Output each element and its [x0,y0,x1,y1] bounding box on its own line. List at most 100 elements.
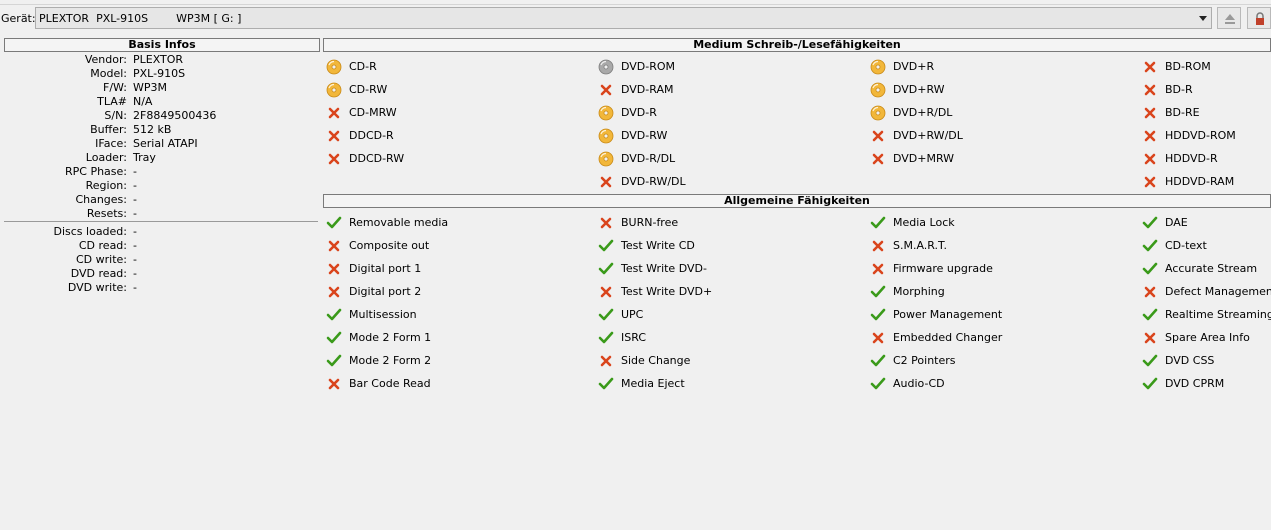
device-select-value: PLEXTOR PXL-910S WP3M [ G: ] [39,12,242,25]
capability-label: DVD-RAM [621,83,674,96]
capability-label: HDDVD-ROM [1165,129,1236,142]
info-key: Changes: [75,193,127,206]
capability-label: CD-RW [349,83,388,96]
info-row: Changes: - [0,193,320,207]
check-icon [326,308,342,321]
lock-icon [1256,12,1264,25]
eject-button[interactable] [1217,7,1241,29]
cross-icon [328,130,340,142]
capability-label: DVD+R/DL [893,106,953,119]
info-value: - [133,281,137,294]
check-icon [598,262,614,275]
lock-button[interactable] [1247,7,1271,29]
info-row: Model: PXL-910S [0,67,320,81]
disc-icon [326,59,342,75]
capability-label: Accurate Stream [1165,262,1258,275]
info-row: RPC Phase: - [0,165,320,179]
info-row: Buffer: 512 kB [0,123,320,137]
capability-label: Morphing [893,285,945,298]
basis-info-list: Vendor: PLEXTOR Model: PXL-910S F/W: WP3M TLA#… [0,53,320,221]
check-icon [598,239,614,252]
info-row: TLA# N/A [0,95,320,109]
capability-label: DVD-R/DL [621,152,676,165]
info-key: Vendor: [84,53,127,66]
capability-label: BURN-free [621,216,679,229]
capability-label: Side Change [621,354,691,367]
info-key: Resets: [86,207,127,220]
device-select[interactable]: PLEXTOR PXL-910S WP3M [ G: ] [35,7,1212,29]
capability-label: Embedded Changer [893,331,1003,344]
info-value: - [133,225,137,238]
info-row: DVD read: - [0,267,320,281]
check-icon [598,331,614,344]
capability-label: DVD CPRM [1165,377,1225,390]
capability-label: Media Lock [893,216,955,229]
info-value: Serial ATAPI [133,137,198,150]
cross-icon [872,130,884,142]
check-icon [1142,239,1158,252]
cross-icon [328,286,340,298]
capability-label: Test Write CD [621,239,695,252]
cross-icon [1144,61,1156,73]
capability-label: BD-RE [1165,106,1200,119]
cross-icon [328,153,340,165]
capability-label: CD-text [1165,239,1207,252]
cross-icon [600,355,612,367]
disc-icon [598,105,614,121]
capability-label: HDDVD-R [1165,152,1218,165]
cross-icon [872,240,884,252]
info-value: 512 kB [133,123,172,136]
check-icon [870,354,886,367]
capability-label: DVD-R [621,106,657,119]
check-icon [1142,377,1158,390]
capability-label: Composite out [349,239,430,252]
cross-icon [872,153,884,165]
info-value: N/A [133,95,153,108]
capability-label: C2 Pointers [893,354,956,367]
info-row: F/W: WP3M [0,81,320,95]
capability-label: DDCD-R [349,129,394,142]
info-key: Model: [90,67,127,80]
top-separator [0,0,1271,5]
info-row: Discs loaded: - [0,225,320,239]
media-capabilities-header: Medium Schreib-/Lesefähigkeiten [323,38,1271,52]
info-row: Vendor: PLEXTOR [0,53,320,67]
eject-icon [1225,14,1235,24]
info-value: - [133,179,137,192]
info-key: S/N: [104,109,127,122]
capability-label: Power Management [893,308,1003,321]
capability-label: DVD+RW/DL [893,129,963,142]
capability-label: Multisession [349,308,417,321]
cross-icon [600,286,612,298]
info-row: DVD write: - [0,281,320,295]
capability-label: BD-ROM [1165,60,1211,73]
cross-icon [1144,130,1156,142]
capability-label: CD-MRW [349,106,397,119]
info-key: Loader: [85,151,127,164]
check-icon [870,285,886,298]
check-icon [1142,354,1158,367]
chevron-down-icon[interactable] [1199,16,1207,21]
info-key: DVD write: [67,281,127,294]
capability-label: Test Write DVD+ [621,285,713,298]
cross-icon [1144,84,1156,96]
info-row: CD write: - [0,253,320,267]
info-value: Tray [133,151,156,164]
info-row: Loader: Tray [0,151,320,165]
capability-label: Removable media [349,216,449,229]
capability-label: CD-R [349,60,377,73]
info-key: DVD read: [70,267,127,280]
capability-label: Digital port 1 [349,262,422,275]
cross-icon [872,332,884,344]
check-icon [870,308,886,321]
general-capabilities-grid: Removable media Composite out Digital port… [324,214,1271,399]
cross-icon [328,107,340,119]
capability-label: Digital port 2 [349,285,422,298]
info-value: PLEXTOR [133,53,184,66]
check-icon [1142,308,1158,321]
capability-label: UPC [621,308,644,321]
info-key: TLA# [97,95,127,108]
cross-icon [600,217,612,229]
disc-icon [598,151,614,167]
capability-label: DVD CSS [1165,354,1215,367]
